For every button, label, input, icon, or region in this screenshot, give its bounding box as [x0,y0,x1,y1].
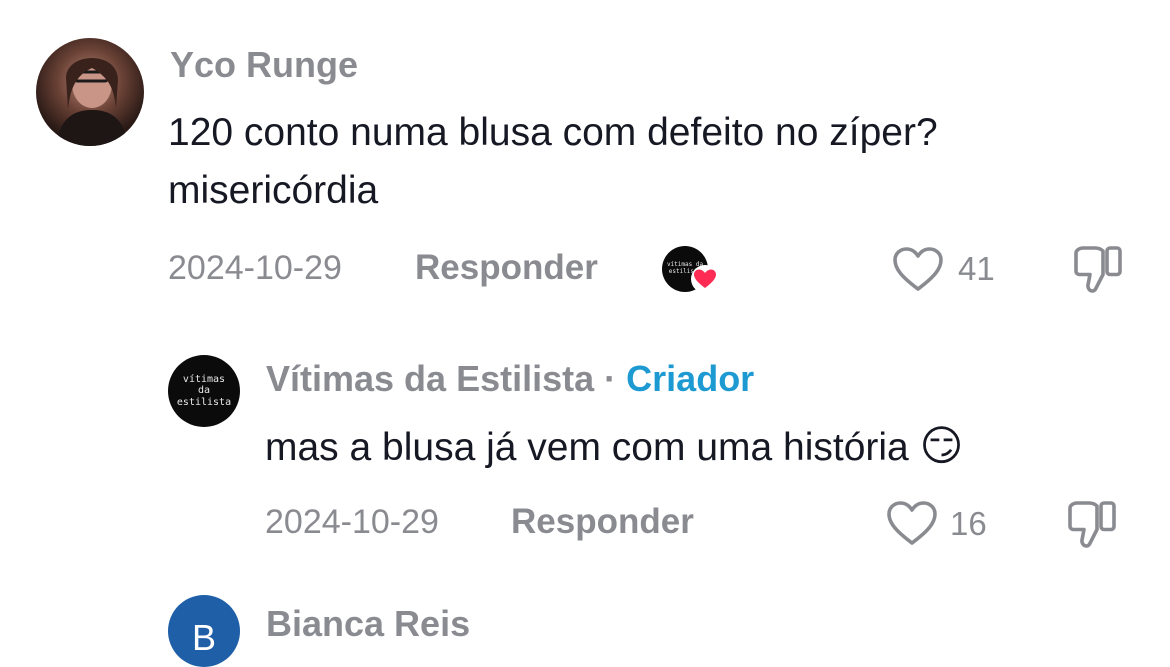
red-heart-badge-icon [691,265,719,293]
creator-tag: Criador [626,358,755,399]
creator-avatar-line: vítimas [182,373,226,385]
comment-text-body: mas a blusa já vem com uma história [265,426,909,469]
avatar[interactable]: B [168,595,240,667]
comment-date: 2024-10-29 [265,503,439,541]
user-photo-icon [56,58,128,146]
reply-button[interactable]: Responder [511,502,694,542]
heart-outline-icon[interactable] [892,246,944,292]
thumbs-down-outline-icon[interactable] [1066,498,1118,550]
comment-text-line: misericórdia [168,169,379,212]
comment-date: 2024-10-29 [168,249,342,287]
avatar[interactable] [36,38,144,146]
avatar-initial: B [191,617,216,658]
creator-avatar[interactable]: vítimas da estilista [168,355,240,427]
creator-avatar-line: da [197,385,211,397]
like-count: 41 [958,250,995,287]
creator-liked-badge: vítimas da estilista [660,244,720,296]
comment-author-row: Vítimas da Estilista · Criador [266,358,754,400]
comment-text-line: 120 conto numa blusa com defeito no zípe… [168,111,938,154]
comment-text: mas a blusa já vem com uma história 😏 [265,417,963,477]
comment-author[interactable]: Yco Runge [170,44,358,86]
comment-author[interactable]: Vítimas da Estilista [266,358,594,399]
comment-author[interactable]: Bianca Reis [266,603,470,645]
like-count: 16 [950,505,987,542]
separator: · [604,358,617,399]
comment-text: 120 conto numa blusa com defeito no zípe… [168,104,938,220]
smirk-emoji-icon: 😏 [919,422,964,469]
creator-avatar-line: estilista [176,396,232,408]
thumbs-down-outline-icon[interactable] [1072,243,1124,295]
heart-outline-icon[interactable] [886,500,938,546]
reply-button[interactable]: Responder [415,248,598,288]
